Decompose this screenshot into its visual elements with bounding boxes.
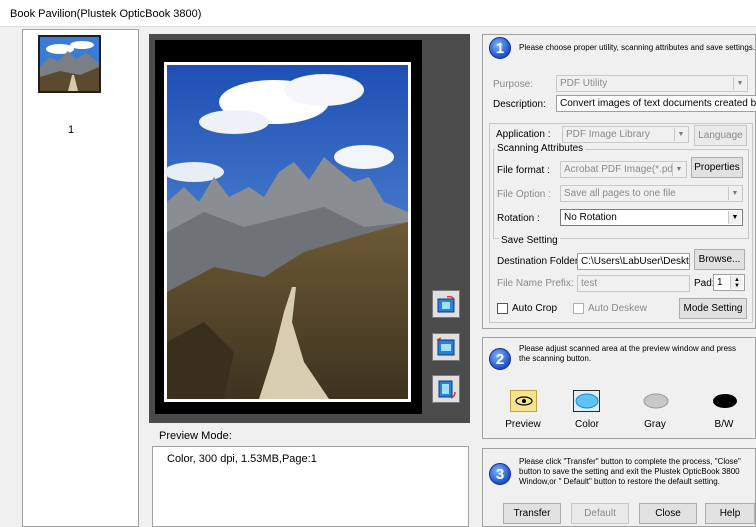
scan-info-text: Color, 300 dpi, 1.53MB,Page:1: [167, 453, 317, 465]
window-title: Book Pavilion(Plustek OpticBook 3800): [10, 8, 202, 20]
rotation-label: Rotation :: [497, 213, 540, 224]
purpose-label: Purpose:: [493, 79, 534, 90]
scanning-attributes-label: Scanning Attributes: [495, 143, 586, 154]
color-scan-icon: [575, 393, 598, 409]
destination-label: Destination Folder:: [497, 256, 581, 267]
chevron-down-icon: ▼: [733, 77, 746, 90]
auto-deskew-checkbox[interactable]: [573, 303, 584, 314]
save-setting-label: Save Setting: [499, 235, 560, 246]
rotation-value: No Rotation: [564, 212, 617, 223]
step3-instruction: Please click "Transfer" button to comple…: [519, 457, 741, 486]
gray-mode-label: Gray: [644, 419, 666, 430]
prefix-value: test: [581, 278, 598, 289]
mountain-photo-thumbnail: [40, 37, 99, 91]
prefix-field[interactable]: test: [577, 275, 690, 292]
spin-arrows-icon[interactable]: ▲ ▼: [730, 276, 743, 289]
scan-info-box: Color, 300 dpi, 1.53MB,Page:1: [152, 446, 469, 527]
color-mode-label: Color: [575, 419, 599, 430]
gray-scan-icon: [643, 393, 668, 409]
bw-scan-icon: [712, 394, 737, 408]
gray-mode-button[interactable]: [642, 390, 669, 412]
purpose-value: PDF Utility: [560, 78, 608, 89]
chevron-down-icon: ▼: [728, 211, 741, 224]
destination-value: C:\Users\LabUser\Desktop: [581, 256, 690, 267]
transfer-button[interactable]: Transfer: [503, 503, 561, 524]
page-thumbnail[interactable]: [38, 35, 101, 93]
fit-page-icon: [436, 337, 455, 356]
application-value: PDF Image Library: [566, 129, 650, 140]
rotate-right-icon: [437, 295, 455, 313]
step1-panel: 1 Please choose proper utility, scanning…: [482, 34, 756, 329]
description-field: Convert images of text documents created…: [556, 95, 756, 112]
file-option-value: Save all pages to one file: [564, 188, 676, 199]
rotate-right-tool-button[interactable]: [432, 290, 460, 318]
scanned-photo: [164, 62, 411, 402]
description-value: Convert images of text documents created…: [560, 98, 756, 109]
chevron-down-icon: ▼: [672, 163, 685, 176]
step2-panel: 2 Please adjust scanned area at the prev…: [482, 337, 756, 439]
description-label: Description:: [493, 99, 546, 110]
step1-instruction: Please choose proper utility, scanning a…: [519, 43, 755, 52]
language-button[interactable]: Language: [694, 125, 747, 146]
properties-button[interactable]: Properties: [691, 157, 743, 178]
color-mode-button[interactable]: [573, 390, 600, 412]
step1-badge: 1: [489, 37, 511, 59]
file-format-value: Acrobat PDF Image(*.pdf): [564, 164, 680, 175]
auto-crop-checkbox[interactable]: [497, 303, 508, 314]
file-option-label: File Option :: [497, 189, 551, 200]
eye-icon: [514, 396, 533, 406]
browse-button[interactable]: Browse...: [694, 249, 745, 270]
file-format-select[interactable]: Acrobat PDF Image(*.pdf) ▼: [560, 161, 687, 178]
auto-crop-label: Auto Crop: [512, 303, 558, 314]
fit-page-tool-button[interactable]: [432, 333, 460, 361]
purpose-select[interactable]: PDF Utility ▼: [556, 75, 748, 92]
default-button[interactable]: Default: [571, 503, 629, 524]
application-select[interactable]: PDF Image Library ▼: [562, 126, 689, 143]
preview-mode-label: Preview Mode:: [159, 430, 232, 442]
thumbnail-panel: 1: [22, 29, 139, 527]
file-format-label: File format :: [497, 165, 550, 176]
pad-stepper[interactable]: 1 ▲ ▼: [713, 274, 745, 291]
step2-instruction: Please adjust scanned area at the previe…: [519, 344, 737, 363]
file-option-select[interactable]: Save all pages to one file ▼: [560, 185, 743, 202]
title-bar: Book Pavilion(Plustek OpticBook 3800): [0, 0, 756, 27]
rotation-select[interactable]: No Rotation ▼: [560, 209, 743, 226]
prefix-label: File Name Prefix:: [497, 278, 574, 289]
step3-badge: 3: [489, 463, 511, 485]
rotate-left-icon: [438, 380, 456, 399]
chevron-down-icon: ▼: [674, 128, 687, 141]
scanned-page: [155, 40, 422, 414]
bw-mode-button[interactable]: [711, 390, 738, 412]
chevron-down-icon: ▼: [728, 187, 741, 200]
pad-label: Pad:: [694, 278, 715, 289]
help-button[interactable]: Help: [705, 503, 755, 524]
application-label: Application :: [496, 129, 551, 140]
mountain-landscape-image: [164, 65, 408, 399]
auto-deskew-label: Auto Deskew: [588, 303, 647, 314]
preview-area[interactable]: [149, 34, 470, 423]
thumbnail-number: 1: [67, 124, 75, 136]
step3-panel: 3 Please click "Transfer" button to comp…: [482, 448, 756, 527]
bw-mode-label: B/W: [714, 419, 734, 430]
rotate-left-tool-button[interactable]: [432, 375, 460, 403]
step2-badge: 2: [489, 348, 511, 370]
close-button[interactable]: Close: [639, 503, 697, 524]
pad-value: 1: [717, 277, 723, 288]
mode-setting-button[interactable]: Mode Setting: [679, 298, 747, 319]
preview-mode-button[interactable]: [510, 390, 537, 412]
preview-mode-label: Preview: [505, 419, 541, 430]
destination-field[interactable]: C:\Users\LabUser\Desktop: [577, 253, 690, 270]
